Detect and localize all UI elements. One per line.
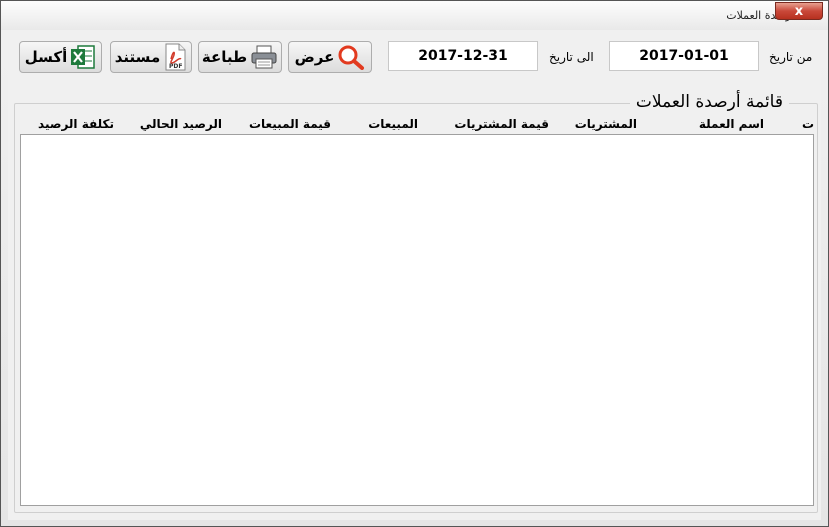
from-date-label: من تاريخ bbox=[769, 50, 813, 64]
search-icon bbox=[338, 45, 365, 70]
close-button[interactable]: x bbox=[775, 2, 823, 20]
balances-grid[interactable] bbox=[20, 134, 814, 506]
excel-button[interactable]: أكسل bbox=[19, 41, 102, 73]
main-panel: أكسل مستند PDF طباعة عرض 2017-12-31 الى … bbox=[8, 30, 821, 520]
column-header-sales[interactable]: المبيعات bbox=[368, 117, 418, 131]
to-date-field[interactable]: 2017-12-31 bbox=[388, 41, 538, 71]
pdf-badge: PDF bbox=[169, 63, 182, 70]
column-header-current-balance[interactable]: الرصيد الحالي bbox=[140, 117, 222, 131]
print-button-label: طباعة bbox=[201, 48, 248, 66]
column-header-currency-name[interactable]: اسم العملة bbox=[699, 117, 764, 131]
from-date-field[interactable]: 2017-01-01 bbox=[609, 41, 759, 71]
view-button-label: عرض bbox=[294, 48, 335, 66]
pdf-icon: PDF bbox=[165, 43, 186, 71]
title-bar: أرصدة العملات x bbox=[1, 1, 828, 30]
column-header-purchases[interactable]: المشتريات bbox=[575, 117, 637, 131]
column-header-sales-value[interactable]: قيمة المبيعات bbox=[249, 117, 331, 131]
excel-button-label: أكسل bbox=[24, 48, 68, 66]
column-header-purchases-value[interactable]: قيمة المشتريات bbox=[454, 117, 549, 131]
print-button[interactable]: طباعة bbox=[198, 41, 282, 73]
view-button[interactable]: عرض bbox=[288, 41, 372, 73]
app-window: أرصدة العملات x أكسل مستند PDF طباعة عرض… bbox=[0, 0, 829, 527]
column-header-balance-cost[interactable]: تكلفة الرصيد bbox=[38, 117, 114, 131]
group-title: قائمة أرصدة العملات bbox=[629, 92, 789, 112]
printer-icon bbox=[251, 45, 277, 69]
column-header-index[interactable]: ت bbox=[802, 117, 814, 131]
excel-icon bbox=[71, 45, 96, 69]
document-button[interactable]: مستند PDF bbox=[110, 41, 192, 73]
to-date-label: الى تاريخ bbox=[549, 50, 594, 64]
document-button-label: مستند bbox=[114, 48, 161, 66]
